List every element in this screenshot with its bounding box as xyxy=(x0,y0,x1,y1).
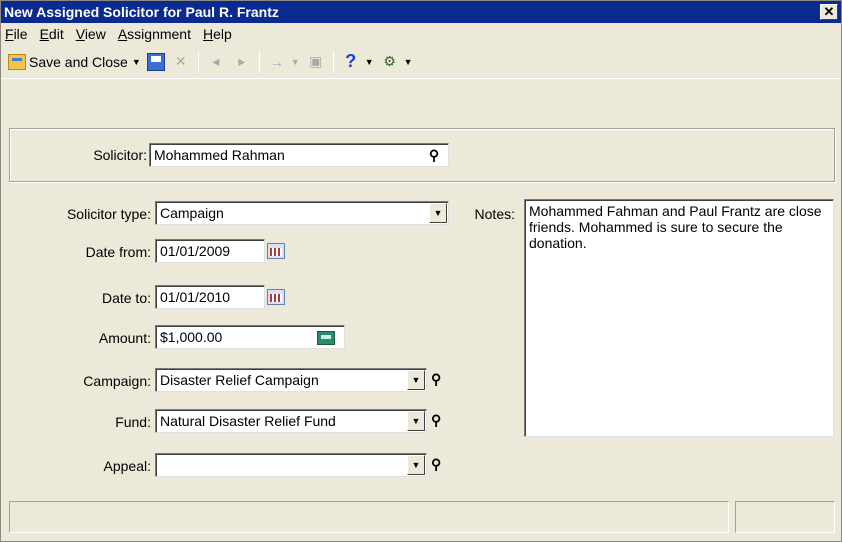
solicitor-input[interactable]: Mohammed Rahman ⚲ xyxy=(149,143,449,167)
binoculars-icon[interactable]: ⚲ xyxy=(424,146,444,164)
campaign-value: Disaster Relief Campaign xyxy=(160,372,319,388)
properties-icon: ▣ xyxy=(309,53,323,69)
chevron-down-icon: ▼ xyxy=(403,56,413,67)
solicitor-label-text: Solicitor: xyxy=(93,147,147,163)
save-button[interactable] xyxy=(144,49,168,75)
status-pane-secondary xyxy=(735,501,835,533)
menu-assignment-key: A xyxy=(117,26,128,42)
fund-select[interactable]: Natural Disaster Relief Fund ▼ xyxy=(155,409,427,433)
date-to-value: 01/01/2010 xyxy=(160,289,231,305)
tools-icon: ⚙ xyxy=(383,53,396,69)
go-to-icon: → xyxy=(269,53,284,70)
calendar-icon[interactable] xyxy=(267,243,285,259)
calculator-icon[interactable] xyxy=(317,331,335,345)
appeal-label: Appeal: xyxy=(103,458,151,474)
chevron-down-icon: ▼ xyxy=(364,56,374,67)
menu-edit-key: E xyxy=(39,26,49,42)
menu-file-key: F xyxy=(5,26,14,42)
delete-icon: ✕ xyxy=(174,53,187,69)
amount-label: Amount: xyxy=(98,330,151,346)
save-and-close-button[interactable]: Save and Close ▼ xyxy=(5,49,144,75)
toolbar: Save and Close ▼ ✕ ◂ ▸ → ▼ ▣ ? ▼ ⚙ ▼ xyxy=(1,45,841,79)
next-button[interactable]: ▸ xyxy=(229,49,255,75)
toolbar-separator xyxy=(258,50,260,73)
menu-view[interactable]: View xyxy=(70,26,112,42)
close-button[interactable]: ✕ xyxy=(820,4,838,20)
title-bar: New Assigned Solicitor for Paul R. Frant… xyxy=(1,1,841,23)
menu-view-key: V xyxy=(75,26,85,42)
chevron-down-icon: ▼ xyxy=(290,56,300,67)
menu-assignment[interactable]: Assignment xyxy=(112,26,197,42)
help-button[interactable]: ? ▼ xyxy=(338,49,377,75)
menu-file[interactable]: File xyxy=(5,26,34,42)
menu-edit-rest: dit xyxy=(48,26,64,42)
help-icon: ? xyxy=(345,51,357,71)
notes-textarea[interactable]: Mohammed Fahman and Paul Frantz are clos… xyxy=(524,199,834,437)
binoculars-icon[interactable]: ⚲ xyxy=(431,371,441,388)
campaign-select[interactable]: Disaster Relief Campaign ▼ xyxy=(155,368,427,392)
solicitor-label: Solicitor: xyxy=(21,147,147,163)
date-to-label: Date to: xyxy=(101,290,151,306)
menu-assignment-rest: ssignment xyxy=(127,26,191,42)
date-from-label: Date from: xyxy=(85,244,151,260)
toolbar-separator xyxy=(197,50,199,73)
solicitor-value: Mohammed Rahman xyxy=(154,147,285,163)
date-from-input[interactable]: 01/01/2009 xyxy=(155,239,265,263)
fund-label: Fund: xyxy=(115,414,151,430)
appeal-select[interactable]: ▼ xyxy=(155,453,427,477)
menu-help[interactable]: Help xyxy=(197,26,238,42)
menu-help-rest: elp xyxy=(213,26,232,42)
status-pane-main xyxy=(9,501,729,533)
chevron-down-icon[interactable]: ▼ xyxy=(407,455,425,475)
toolbar-separator xyxy=(332,50,334,73)
chevron-down-icon[interactable]: ▼ xyxy=(407,370,425,390)
delete-button[interactable]: ✕ xyxy=(168,49,194,75)
binoculars-icon[interactable]: ⚲ xyxy=(431,456,441,473)
date-to-input[interactable]: 01/01/2010 xyxy=(155,285,265,309)
go-to-button[interactable]: → ▼ xyxy=(264,49,303,75)
binoculars-icon[interactable]: ⚲ xyxy=(431,412,441,429)
campaign-label: Campaign: xyxy=(83,373,151,389)
solicitor-type-label: Solicitor type: xyxy=(66,206,151,222)
notes-label: Notes: xyxy=(474,206,515,222)
menu-view-rest: iew xyxy=(84,26,106,42)
chevron-down-icon[interactable]: ▼ xyxy=(407,411,425,431)
amount-value: $1,000.00 xyxy=(160,329,223,345)
save-close-icon xyxy=(8,53,26,70)
menu-bar: File Edit View Assignment Help xyxy=(1,23,841,45)
dialog-window: New Assigned Solicitor for Paul R. Frant… xyxy=(0,0,842,542)
previous-icon: ◂ xyxy=(212,53,220,69)
save-and-close-label: Save and Close xyxy=(29,53,128,70)
menu-edit[interactable]: Edit xyxy=(34,26,70,42)
window-title: New Assigned Solicitor for Paul R. Frant… xyxy=(4,4,279,20)
next-icon: ▸ xyxy=(238,53,246,69)
previous-button[interactable]: ◂ xyxy=(203,49,229,75)
calendar-icon[interactable] xyxy=(267,289,285,305)
save-icon xyxy=(146,52,165,71)
fund-value: Natural Disaster Relief Fund xyxy=(160,413,336,429)
chevron-down-icon[interactable]: ▼ xyxy=(132,57,141,67)
properties-button[interactable]: ▣ xyxy=(303,49,329,75)
tools-button[interactable]: ⚙ ▼ xyxy=(377,49,416,75)
menu-file-rest: ile xyxy=(13,26,28,42)
solicitor-type-select[interactable]: Campaign ▼ xyxy=(155,201,449,225)
date-from-value: 01/01/2009 xyxy=(160,243,231,259)
close-icon: ✕ xyxy=(823,4,835,19)
chevron-down-icon[interactable]: ▼ xyxy=(429,203,447,223)
solicitor-type-value: Campaign xyxy=(160,205,224,221)
menu-help-key: H xyxy=(202,26,214,42)
